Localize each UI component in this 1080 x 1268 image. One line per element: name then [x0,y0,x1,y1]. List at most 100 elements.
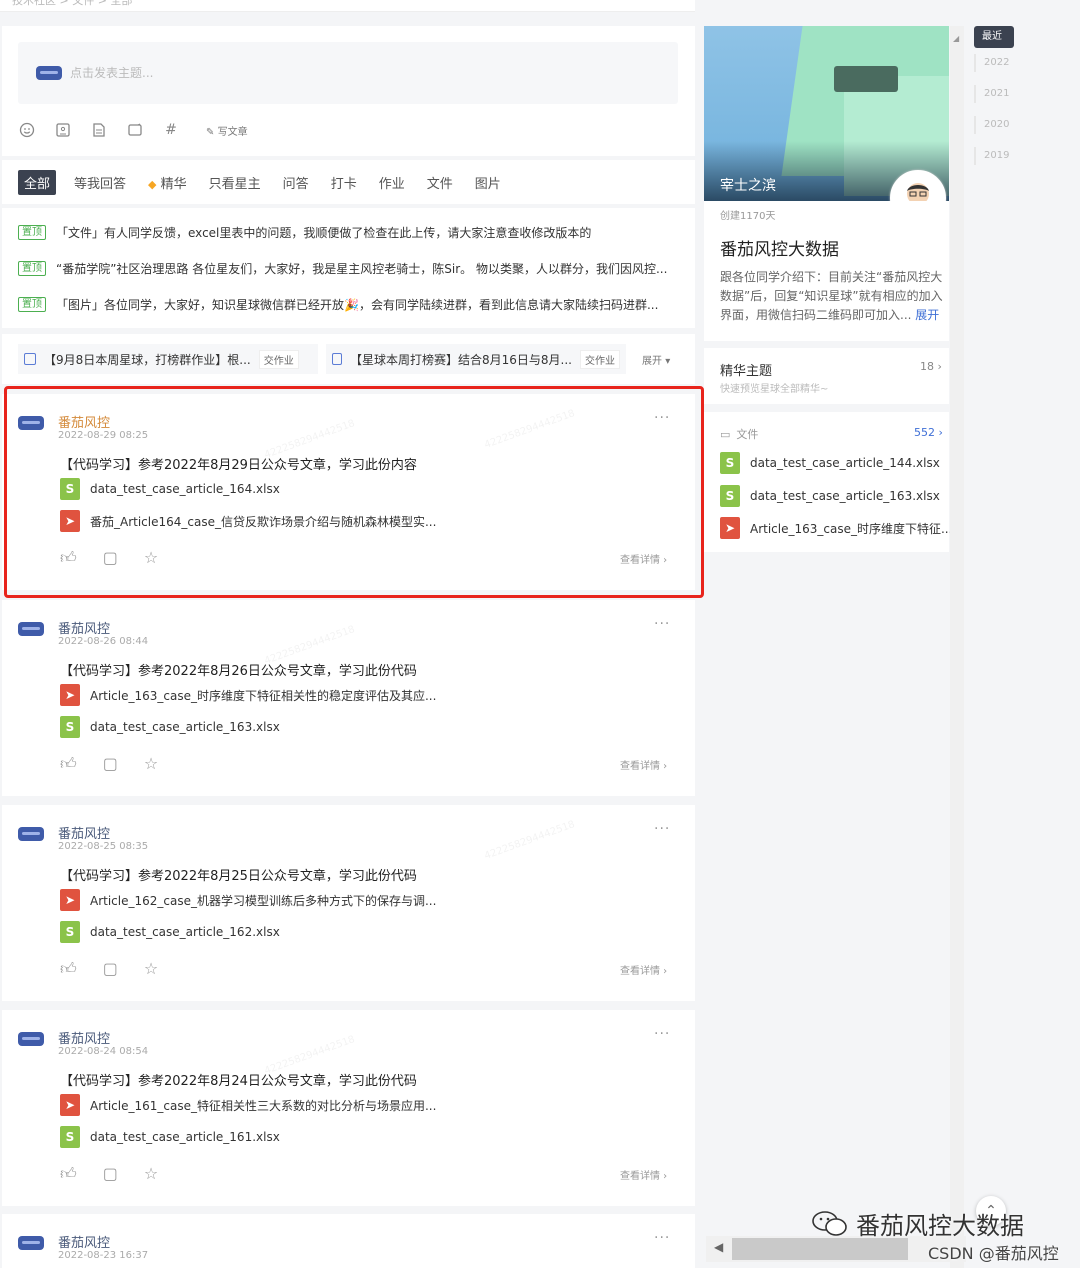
tab-images[interactable]: 图片 [471,170,505,195]
emoji-icon[interactable] [18,121,36,139]
attachment[interactable]: ➤ Article_163_case_时序维度下特征相关性的稳定度评估及其应... [60,684,436,706]
post-author[interactable]: 番茄风控 [58,1028,110,1047]
post-title[interactable]: 【代码学习】参考2022年8月24日公众号文章，学习此份代码 [60,1070,417,1089]
pinned-item[interactable]: 置顶 「图片」各位同学，大家好，知识星球微信群已经开放🎉，会有同学陆续进群，看到… [18,296,678,313]
breadcrumb: 技术社区 > 文件 > 全部 [12,0,133,7]
attachment[interactable]: Sdata_test_case_article_163.xlsx [60,716,280,738]
post-author[interactable]: 番茄风控 [58,618,110,637]
composer-input[interactable]: 点击发表主题... [18,42,678,104]
featured-icon: ◆ [148,177,157,191]
year-recent[interactable]: 最近 [974,26,1014,48]
avatar[interactable] [18,1236,44,1250]
tab-awaiting-answer[interactable]: 等我回答 [70,170,130,195]
star-icon[interactable]: ☆ [144,959,158,979]
like-icon[interactable]: 👍︎ [60,548,77,568]
hashtag-icon[interactable]: # [162,121,180,139]
more-icon[interactable]: ··· [654,410,670,426]
scroll-left-icon[interactable]: ◀ [714,1240,723,1254]
tab-qa[interactable]: 问答 [279,170,313,195]
attachment[interactable]: ➤ Article_161_case_特征相关性三大系数的对比分析与场景应用... [60,1094,436,1116]
post-author[interactable]: 番茄风控 [58,823,110,842]
avatar[interactable] [18,1032,44,1046]
post-card: 番茄风控 2022-08-29 08:25 ··· 【代码学习】参考2022年8… [2,394,695,590]
pinned-item[interactable]: 置顶 “番茄学院”社区治理思路 各位星友们，大家好，我是星主风控老骑士，陈Sir… [18,260,678,277]
submit-homework-tag[interactable]: 交作业 [258,349,299,369]
year-item[interactable]: 2021 [974,85,1009,103]
featured-topics[interactable]: 精华主题 快速预览星球全部精华~ 18 › [704,348,949,404]
view-detail-link[interactable]: 查看详情 › [620,757,667,772]
homework-text: 【9月8日本周星球，打榜群作业】根... [44,352,251,367]
pinned-item[interactable]: 置顶 「文件」有人同学反馈，excel里表中的问题，我顺便做了检查在此上传，请大… [18,224,678,241]
homework-item[interactable]: 【9月8日本周星球，打榜群作业】根... 交作业 [18,344,318,374]
post-title[interactable]: 【代码学习】参考2022年8月29日公众号文章，学习此份内容 [60,454,417,473]
like-icon[interactable]: 👍︎ [60,754,77,774]
vertical-scrollbar[interactable]: ◢ [950,26,964,1268]
comment-icon[interactable]: ▢ [103,754,118,774]
featured-count: 18 › [920,360,942,373]
attachment-name: data_test_case_article_162.xlsx [90,925,280,939]
tab-owner-only[interactable]: 只看星主 [205,170,265,195]
homework-strip: 【9月8日本周星球，打榜群作业】根... 交作业 【星球本周打榜赛】结合8月16… [2,334,695,384]
post-title[interactable]: 【代码学习】参考2022年8月25日公众号文章，学习此份代码 [60,865,417,884]
attachment[interactable]: Sdata_test_case_article_161.xlsx [60,1126,280,1148]
attachment[interactable]: ➤ Article_162_case_机器学习模型训练后多种方式下的保存与调... [60,889,436,911]
avatar[interactable] [18,827,44,841]
attachment[interactable]: ➤ 番茄_Article164_case_信贷反欺诈场景介绍与随机森林模型实... [60,510,436,532]
star-icon[interactable]: ☆ [144,548,158,568]
tab-featured[interactable]: ◆ 精华 [144,170,191,195]
attachment-name: data_test_case_article_163.xlsx [90,720,280,734]
comment-icon[interactable]: ▢ [103,548,118,568]
file-icon[interactable] [90,121,108,139]
video-icon[interactable] [126,121,144,139]
watermark: 422258294442518 [482,408,577,451]
star-icon[interactable]: ☆ [144,1164,158,1184]
attachment[interactable]: Sdata_test_case_article_162.xlsx [60,921,280,943]
like-icon[interactable]: 👍︎ [60,959,77,979]
homework-item[interactable]: 【星球本周打榜赛】结合8月16日与8月... 交作业 [326,344,626,374]
year-item[interactable]: 2022 [974,54,1009,72]
sidebar-file[interactable]: ➤ Article_163_case_时序维度下特征... [720,517,952,539]
more-icon[interactable]: ··· [654,616,670,632]
post-title[interactable]: 【代码学习】参考2022年8月26日公众号文章，学习此份代码 [60,660,417,679]
view-detail-link[interactable]: 查看详情 › [620,551,667,566]
more-icon[interactable]: ··· [654,821,670,837]
sidebar-file[interactable]: Sdata_test_case_article_144.xlsx [720,452,940,474]
more-icon[interactable]: ··· [654,1230,670,1246]
year-item[interactable]: 2019 [974,147,1009,165]
scrollbar-thumb[interactable] [732,1238,908,1260]
submit-homework-tag[interactable]: 交作业 [580,349,620,369]
chevron-down-icon: ▾ [665,356,671,367]
year-item[interactable]: 2020 [974,116,1009,134]
pdf-file-icon: ➤ [60,510,80,532]
scroll-up-icon[interactable]: ◢ [953,34,959,43]
like-icon[interactable]: 👍︎ [60,1164,77,1184]
attachment-name: Article_162_case_机器学习模型训练后多种方式下的保存与调... [90,893,437,908]
star-icon[interactable]: ☆ [144,754,158,774]
write-article-button[interactable]: ✎ 写文章 [206,123,248,138]
wechat-icon [812,1210,847,1236]
files-count[interactable]: 552 › [914,426,943,439]
post-time: 2022-08-29 08:25 [58,430,149,441]
tab-files[interactable]: 文件 [423,170,457,195]
image-icon[interactable] [54,121,72,139]
comment-icon[interactable]: ▢ [103,1164,118,1184]
featured-title: 精华主题 [720,364,773,379]
more-icon[interactable]: ··· [654,1026,670,1042]
tab-homework[interactable]: 作业 [375,170,409,195]
expand-button[interactable]: 展开 ▾ [642,352,670,367]
comment-icon[interactable]: ▢ [103,959,118,979]
tab-all[interactable]: 全部 [18,169,57,195]
files-header: ▭ 文件 [720,426,758,442]
post-author[interactable]: 番茄风控 [58,412,110,431]
attachment-name: data_test_case_article_161.xlsx [90,1130,280,1144]
sidebar-file[interactable]: Sdata_test_case_article_163.xlsx [720,485,940,507]
view-detail-link[interactable]: 查看详情 › [620,962,667,977]
view-detail-link[interactable]: 查看详情 › [620,1167,667,1182]
avatar[interactable] [18,622,44,636]
avatar[interactable] [18,416,44,430]
attachment[interactable]: Sdata_test_case_article_164.xlsx [60,478,280,500]
expand-description-link[interactable]: 展开 [915,308,939,322]
post-author[interactable]: 番茄风控 [58,1232,110,1251]
tab-checkin[interactable]: 打卡 [327,170,361,195]
composer-toolbar: # ✎ 写文章 [18,121,248,139]
